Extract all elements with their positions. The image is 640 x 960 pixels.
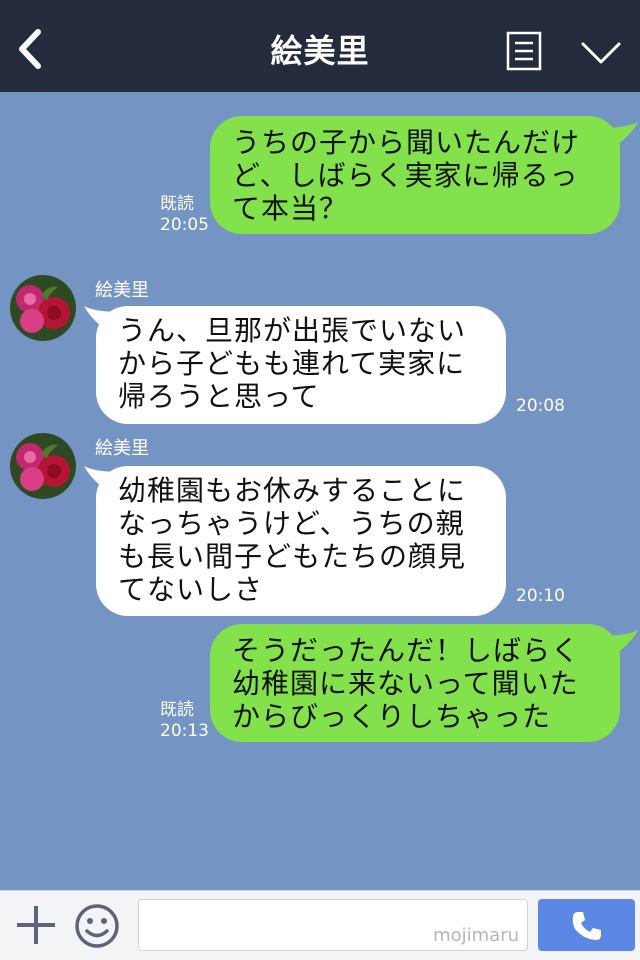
message-line: なっちゃうけど、うちの親: [118, 507, 465, 540]
avatar[interactable]: [10, 275, 76, 341]
message-bubble-in: 幼稚園もお休みすることに なっちゃうけど、うちの親 も長い間子どもたちの顔見 て…: [96, 466, 506, 616]
chat-area[interactable]: 既読 20:05 うちの子から聞いたんだけ ど、しばらく実家に帰るっ て本当？ …: [0, 92, 640, 890]
message-input[interactable]: mojimaru: [138, 899, 528, 951]
call-button[interactable]: [538, 899, 635, 951]
sender-name: 絵美里: [95, 438, 149, 459]
message-bubble-out: そうだったんだ！しばらく 幼稚園に来ないって聞いた からびっくりしちゃった: [210, 624, 620, 742]
chat-header: 絵美里: [0, 0, 640, 92]
message-time: 20:08: [516, 396, 565, 416]
message-bubble-out: うちの子から聞いたんだけ ど、しばらく実家に帰るっ て本当？: [210, 116, 620, 234]
plus-icon[interactable]: [14, 903, 58, 947]
note-icon[interactable]: [506, 31, 542, 71]
message-line: うん、旦那が出張でいない: [118, 314, 467, 347]
phone-icon: [572, 912, 601, 940]
message-line: からびっくりしちゃった: [232, 700, 552, 733]
sender-name: 絵美里: [95, 280, 149, 301]
rose-avatar-icon: [10, 275, 76, 341]
smile-icon[interactable]: [74, 903, 120, 949]
message-line: 幼稚園に来ないって聞いた: [232, 667, 579, 700]
message-line: 帰ろうと思って: [118, 380, 320, 413]
read-receipt: 既読 20:13: [160, 700, 209, 741]
message-line: てないしさ: [118, 573, 264, 606]
message-line: から子どもも連れて実家に: [118, 347, 466, 380]
message-line: て本当？: [232, 192, 349, 225]
message-bubble-in: うん、旦那が出張でいない から子どもも連れて実家に 帰ろうと思って: [96, 306, 506, 424]
message-time: 20:10: [516, 586, 565, 606]
message-line: ど、しばらく実家に帰るっ: [232, 159, 579, 192]
message-line: も長い間子どもたちの顔見: [118, 540, 467, 573]
chevron-down-icon[interactable]: [580, 36, 622, 70]
message-line: そうだったんだ！しばらく: [232, 634, 581, 667]
watermark-text: mojimaru: [433, 925, 519, 946]
message-line: うちの子から聞いたんだけ: [232, 126, 581, 159]
read-receipt: 既読 20:05: [160, 194, 209, 235]
chat-title: 絵美里: [270, 32, 370, 70]
avatar[interactable]: [10, 433, 76, 499]
input-bar: mojimaru: [0, 890, 640, 960]
message-line: 幼稚園もお休みすることに: [118, 474, 467, 507]
rose-avatar-icon: [10, 433, 76, 499]
